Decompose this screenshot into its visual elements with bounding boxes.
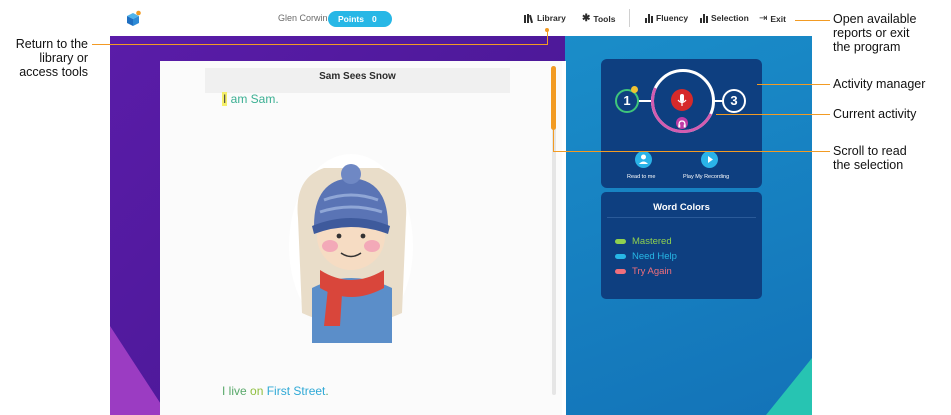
color-swatch [615, 254, 626, 259]
text-words[interactable]: am Sam. [227, 92, 279, 106]
callout-leader-line [553, 120, 554, 151]
exit-button[interactable]: ⇥ Exit [759, 13, 786, 24]
tools-label: Tools [593, 13, 616, 24]
callout-text: Open available [833, 12, 917, 26]
legend-label: Need Help [632, 251, 677, 262]
play-recording-button[interactable] [701, 151, 718, 168]
legend-label: Mastered [632, 236, 672, 247]
illustration-boy-in-snow [289, 154, 413, 343]
read-to-me-button[interactable] [635, 151, 652, 168]
tools-button[interactable]: ✱ Tools [582, 13, 615, 24]
text-punctuation: . [325, 384, 329, 398]
top-bar: Glen Corwin Points 0 Library ✱ Tools Flu… [110, 0, 812, 36]
exit-label: Exit [770, 13, 786, 24]
toolbar-divider [629, 9, 630, 27]
callout-text: reports or exit [833, 26, 910, 40]
bar-chart-icon [700, 13, 708, 23]
fluency-report-button[interactable]: Fluency [645, 13, 688, 23]
callout-leader-line [795, 20, 830, 21]
word-colors-divider [607, 217, 756, 218]
text-words[interactable]: on [250, 384, 267, 398]
gear-icon: ✱ [582, 13, 591, 24]
callout-text: Scroll to read [833, 144, 907, 158]
callout-leader-line [92, 44, 547, 45]
legend-item-mastered: Mastered [615, 236, 672, 247]
callout-leader-line [757, 84, 830, 85]
callout-text: Return to the [15, 37, 88, 51]
points-badge: Points 0 [328, 11, 392, 27]
callout-text: library or [39, 51, 88, 65]
user-name: Glen Corwin [278, 13, 328, 23]
callout-text: the program [833, 40, 901, 54]
headphones-icon [676, 117, 688, 129]
points-value: 0 [372, 14, 377, 24]
callout-text: access tools [19, 65, 88, 79]
callout-current-activity: Current activity [833, 107, 917, 121]
text-words[interactable]: I live [222, 384, 250, 398]
points-label: Points [338, 14, 364, 24]
color-swatch [615, 269, 626, 274]
record-button[interactable] [671, 89, 693, 111]
color-swatch [615, 239, 626, 244]
legend-label: Try Again [632, 266, 672, 277]
callout-leader-line [553, 151, 830, 152]
callout-text: the selection [833, 158, 904, 172]
bar-chart-icon [645, 13, 653, 23]
library-label: Library [537, 13, 566, 23]
microphone-icon [677, 94, 687, 106]
word-colors-title: Word Colors [653, 202, 710, 213]
callout-library-tools: Return to the library or access tools [6, 37, 88, 79]
callout-leader-line [547, 30, 548, 45]
star-badge-icon [631, 86, 638, 93]
library-button[interactable]: Library [524, 13, 566, 23]
legend-item-try-again: Try Again [615, 266, 672, 277]
callout-reports-exit: Open available reports or exit the progr… [833, 12, 916, 54]
page-divider [562, 61, 566, 415]
text-line-1: I am Sam. [222, 92, 279, 106]
fluency-label: Fluency [656, 13, 689, 23]
app-logo-icon [127, 10, 141, 26]
library-icon [524, 13, 534, 23]
text-line-2: I live on First Street. [222, 384, 329, 398]
stage-teal-decoration [766, 358, 812, 415]
play-recording-label: Play My Recording [683, 174, 730, 180]
selection-title: Sam Sees Snow [319, 71, 396, 82]
text-words[interactable]: First Street [267, 384, 326, 398]
exit-icon: ⇥ [759, 13, 768, 24]
callout-scroll: Scroll to read the selection [833, 144, 907, 172]
reading-stage: Sam Sees Snow I am Sam. I live on First … [110, 36, 812, 415]
play-icon [708, 156, 713, 163]
callout-activity-manager: Activity manager [833, 77, 926, 91]
callout-leader-dot [545, 28, 549, 32]
read-to-me-icon [639, 154, 648, 164]
callout-leader-line [716, 114, 830, 115]
activity-step-3[interactable]: 3 [722, 89, 746, 113]
selection-report-button[interactable]: Selection [700, 13, 749, 23]
legend-item-need-help: Need Help [615, 251, 677, 262]
read-to-me-label: Read to me [627, 174, 656, 180]
selection-label: Selection [711, 13, 749, 23]
